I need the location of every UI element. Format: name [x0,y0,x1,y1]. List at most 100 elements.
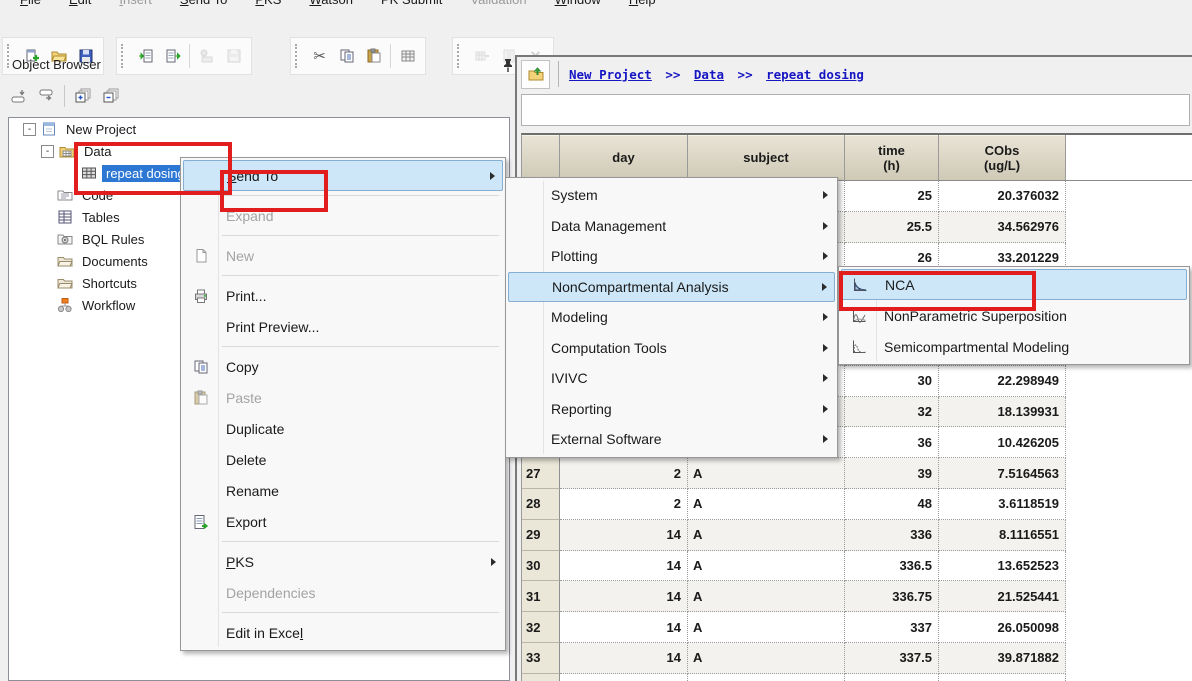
column-header-cobs[interactable]: CObs (ug/L) [939,135,1066,180]
menu-item-send-to[interactable]: Send To [183,160,503,191]
cell-time[interactable] [845,673,939,681]
cell-time[interactable]: 39 [845,458,939,489]
cell-cobs[interactable]: 34.562976 [939,211,1066,243]
cell-cobs[interactable]: 20.376032 [939,181,1066,212]
expand-all-button[interactable] [69,84,97,108]
cell-time[interactable]: 32 [845,396,939,428]
row-header[interactable]: 30 [522,550,560,582]
breadcrumb-link-project[interactable]: New Project [569,67,652,82]
cell-cobs[interactable]: 10.426205 [939,427,1066,459]
menu-item-delete[interactable]: Delete [183,444,503,475]
cell-cobs[interactable] [939,673,1066,681]
cell-subject[interactable]: A [688,581,845,613]
cell-subject[interactable]: A [688,612,845,643]
pks-retrieve-button[interactable] [193,43,220,70]
menubar-item-file[interactable]: File [6,0,55,11]
import-data-button[interactable] [132,43,159,70]
menu-item-data-management[interactable]: Data Management [508,211,835,242]
pks-save-button[interactable] [220,43,247,70]
menubar-item-watson[interactable]: Watson [295,0,367,11]
cell-cobs[interactable]: 26.050098 [939,612,1066,643]
cell-time[interactable]: 336 [845,519,939,551]
export-data-button[interactable] [159,43,186,70]
menu-item-print-preview[interactable]: Print Preview... [183,311,503,342]
cell-subject[interactable]: A [688,488,845,520]
menu-item-nca[interactable]: NCA [841,269,1187,300]
cut-button[interactable]: ✂ [306,43,333,70]
pin-icon[interactable] [499,56,515,74]
menu-item-ivivc[interactable]: IVIVC [508,363,835,394]
column-header-num[interactable] [522,135,560,180]
column-header-day[interactable]: day [560,135,688,180]
collapse-all-button[interactable] [97,84,125,108]
cell-cobs[interactable]: 21.525441 [939,581,1066,613]
tree-expander-icon[interactable]: - [41,144,54,158]
breadcrumb-link-data[interactable]: Data [694,67,724,82]
row-header[interactable]: 31 [522,581,560,613]
cell-cobs[interactable]: 13.652523 [939,550,1066,582]
cell-day[interactable]: 14 [560,581,688,613]
column-header-time[interactable]: time (h) [845,135,939,180]
cell-subject[interactable]: A [688,519,845,551]
menu-item-modeling[interactable]: Modeling [508,302,835,333]
row-header[interactable]: 32 [522,612,560,643]
append-worksheet-button[interactable] [468,43,495,70]
menu-item-pks[interactable]: PKS [183,546,503,577]
navigate-up-button[interactable] [521,59,550,89]
menu-item-reporting[interactable]: Reporting [508,394,835,425]
menu-item-edit-in-excel[interactable]: Edit in Excel [183,617,503,648]
row-header[interactable]: 34 [522,673,560,681]
copy-button[interactable] [333,43,360,70]
menu-item-plotting[interactable]: Plotting [508,241,835,272]
cell-time[interactable]: 337 [845,612,939,643]
breadcrumb-link-worksheet[interactable]: repeat dosing [766,67,864,82]
cell-day[interactable]: 2 [560,488,688,520]
send-to-workflow-button[interactable] [4,84,32,108]
cell-time[interactable]: 25 [845,181,939,212]
cell-day[interactable]: 14 [560,519,688,551]
cell-time[interactable]: 30 [845,365,939,397]
cell-day[interactable]: 14 [560,642,688,674]
cell-cobs[interactable]: 7.5164563 [939,458,1066,489]
menubar-item-pk-submit[interactable]: PK Submit [367,0,456,11]
cell-time[interactable]: 336.5 [845,550,939,582]
menubar-item-window[interactable]: Window [541,0,615,11]
menubar-item-insert[interactable]: Insert [105,0,166,11]
toolbar-grip[interactable] [121,44,127,68]
menu-item-copy[interactable]: Copy [183,351,503,382]
cell-subject[interactable]: A [688,458,845,489]
row-header[interactable]: 28 [522,488,560,520]
cell-cobs[interactable]: 8.1116551 [939,519,1066,551]
send-from-workflow-button[interactable] [32,84,60,108]
cell-time[interactable]: 336.75 [845,581,939,613]
cell-day[interactable]: 14 [560,550,688,582]
menubar-item-validation[interactable]: Validation [456,0,540,11]
menubar-item-help[interactable]: Help [615,0,670,11]
menu-item-duplicate[interactable]: Duplicate [183,413,503,444]
cell-subject[interactable]: A [688,550,845,582]
cell-day[interactable]: 2 [560,458,688,489]
menu-item-print[interactable]: Print... [183,280,503,311]
toolbar-grip[interactable] [457,44,463,68]
cell-time[interactable]: 25.5 [845,211,939,243]
row-header[interactable]: 33 [522,642,560,674]
cell-cobs[interactable]: 18.139931 [939,396,1066,428]
row-header[interactable]: 27 [522,458,560,489]
tree-expander-icon[interactable]: - [23,122,36,136]
menu-item-rename[interactable]: Rename [183,475,503,506]
row-header[interactable]: 29 [522,519,560,551]
toolbar-grip[interactable] [295,44,301,68]
cell-time[interactable]: 48 [845,488,939,520]
column-header-subject[interactable]: subject [688,135,845,180]
cell-time[interactable]: 36 [845,427,939,459]
menu-item-nonparametric-superposition[interactable]: NonParametric Superposition [841,300,1187,331]
cell-cobs[interactable]: 39.871882 [939,642,1066,674]
cell-cobs[interactable]: 22.298949 [939,365,1066,397]
paste-button[interactable] [360,43,387,70]
menubar-item-pks[interactable]: PKS [241,0,295,11]
menubar-item-edit[interactable]: Edit [55,0,105,11]
menubar-item-send-to[interactable]: Send To [166,0,241,11]
cell-cobs[interactable]: 3.6118519 [939,488,1066,520]
menu-item-export[interactable]: Export [183,506,503,537]
cell-subject[interactable]: A [688,642,845,674]
